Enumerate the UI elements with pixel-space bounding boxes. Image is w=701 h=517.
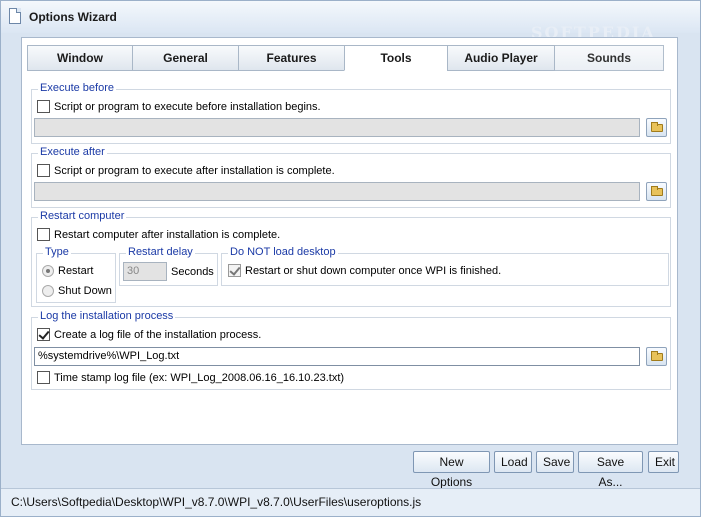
- restart-type-restart-option[interactable]: Restart: [42, 265, 93, 277]
- tab-tools[interactable]: Tools: [344, 45, 448, 71]
- restart-radio[interactable]: [42, 265, 54, 277]
- restart-delay-group: Restart delay 30 Seconds: [119, 246, 218, 286]
- restart-type-shutdown-option[interactable]: Shut Down: [42, 285, 112, 297]
- restart-type-group: Type Restart Shut Down: [36, 246, 116, 303]
- shutdown-radio[interactable]: [42, 285, 54, 297]
- restart-delay-legend: Restart delay: [126, 246, 195, 258]
- restart-computer-checkbox[interactable]: [37, 228, 50, 241]
- restart-computer-legend: Restart computer: [38, 210, 127, 222]
- execute-before-checkbox[interactable]: [37, 100, 50, 113]
- no-desktop-legend: Do NOT load desktop: [228, 246, 338, 258]
- tab-audio-player[interactable]: Audio Player: [447, 45, 555, 71]
- restart-radio-label: Restart: [58, 265, 94, 277]
- tab-sounds[interactable]: Sounds: [554, 45, 664, 71]
- restart-delay-unit: Seconds: [171, 265, 214, 278]
- restart-computer-option[interactable]: Restart computer after installation is c…: [37, 228, 280, 241]
- execute-before-path-field[interactable]: [34, 118, 640, 137]
- restart-computer-label: Restart computer after installation is c…: [54, 228, 281, 241]
- log-browse-button[interactable]: [646, 347, 667, 366]
- no-desktop-group: Do NOT load desktop Restart or shut down…: [221, 246, 669, 286]
- execute-after-label: Script or program to execute after insta…: [54, 164, 335, 177]
- options-wizard-window: Options Wizard SOFTPEDIA Window General …: [0, 0, 701, 517]
- folder-icon: [651, 186, 663, 196]
- tab-window[interactable]: Window: [27, 45, 133, 71]
- folder-icon: [651, 351, 663, 361]
- execute-before-legend: Execute before: [38, 82, 116, 94]
- log-timestamp-label: Time stamp log file (ex: WPI_Log_2008.06…: [54, 371, 345, 384]
- load-button[interactable]: Load: [494, 451, 532, 473]
- log-create-checkbox[interactable]: [37, 328, 50, 341]
- save-as-button[interactable]: Save As...: [578, 451, 643, 489]
- execute-after-legend: Execute after: [38, 146, 107, 158]
- execute-after-group: Execute after Script or program to execu…: [31, 146, 671, 208]
- execute-before-label: Script or program to execute before inst…: [54, 100, 321, 113]
- status-bar: C:\Users\Softpedia\Desktop\WPI_v8.7.0\WP…: [1, 488, 700, 516]
- execute-after-option[interactable]: Script or program to execute after insta…: [37, 164, 335, 177]
- execute-before-browse-button[interactable]: [646, 118, 667, 137]
- no-desktop-checkbox[interactable]: [228, 264, 241, 277]
- tab-general[interactable]: General: [132, 45, 239, 71]
- save-button[interactable]: Save: [536, 451, 574, 473]
- tab-features[interactable]: Features: [238, 45, 345, 71]
- folder-icon: [651, 122, 663, 132]
- restart-delay-input[interactable]: 30: [123, 262, 167, 281]
- execute-after-browse-button[interactable]: [646, 182, 667, 201]
- status-path: C:\Users\Softpedia\Desktop\WPI_v8.7.0\WP…: [11, 495, 422, 509]
- title-bar[interactable]: Options Wizard SOFTPEDIA: [1, 1, 700, 42]
- restart-computer-group: Restart computer Restart computer after …: [31, 210, 671, 307]
- log-legend: Log the installation process: [38, 310, 176, 322]
- no-desktop-label: Restart or shut down computer once WPI i…: [245, 264, 502, 277]
- log-timestamp-checkbox[interactable]: [37, 371, 50, 384]
- execute-after-checkbox[interactable]: [37, 164, 50, 177]
- restart-delay-row: 30 Seconds: [123, 262, 214, 281]
- tab-strip: Window General Features Tools Audio Play…: [27, 45, 665, 71]
- execute-before-option[interactable]: Script or program to execute before inst…: [37, 100, 321, 113]
- exit-button[interactable]: Exit: [648, 451, 679, 473]
- log-timestamp-option[interactable]: Time stamp log file (ex: WPI_Log_2008.06…: [37, 371, 344, 384]
- document-icon: [9, 8, 21, 24]
- log-path-field[interactable]: %systemdrive%\WPI_Log.txt: [34, 347, 640, 366]
- log-create-option[interactable]: Create a log file of the installation pr…: [37, 328, 261, 341]
- window-title: Options Wizard: [29, 10, 117, 24]
- no-desktop-option[interactable]: Restart or shut down computer once WPI i…: [228, 264, 501, 277]
- execute-before-group: Execute before Script or program to exec…: [31, 82, 671, 144]
- log-group: Log the installation process Create a lo…: [31, 310, 671, 390]
- log-create-label: Create a log file of the installation pr…: [54, 328, 262, 341]
- new-options-button[interactable]: New Options: [413, 451, 490, 489]
- execute-after-path-field[interactable]: [34, 182, 640, 201]
- shutdown-radio-label: Shut Down: [58, 285, 112, 297]
- restart-type-legend: Type: [43, 246, 71, 258]
